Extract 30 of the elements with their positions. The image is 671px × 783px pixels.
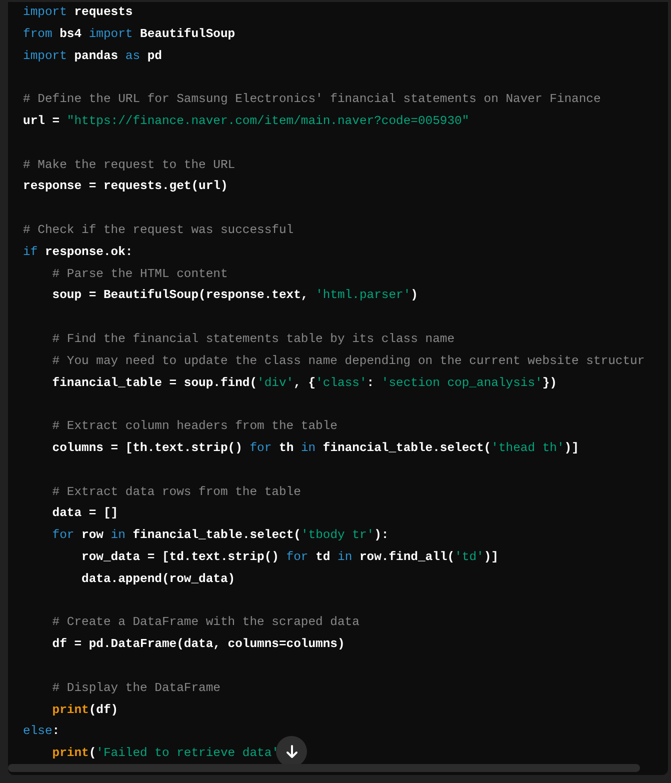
code-line: print('Failed to retrieve data': [51, 745, 279, 762]
code-line: # Define the URL for Samsung Electronics' financial statements on Naver Finance: [23, 91, 601, 108]
code-line: from bs4 import BeautifulSoup: [23, 26, 236, 43]
scroll-down-button[interactable]: [276, 736, 307, 767]
code-line: # Create a DataFrame with the scraped data: [51, 614, 360, 632]
code-line: soup = BeautifulSoup(response.text, 'html.parser'): [51, 287, 418, 304]
code-line: else:: [23, 723, 60, 740]
code-line: print(df): [51, 702, 118, 718]
code-line: for row in financial_table.select('tbody tr'):: [51, 527, 389, 544]
code-line: df = pd.DataFrame(data, columns=columns): [51, 636, 345, 654]
arrow-down-icon: [284, 744, 298, 758]
scrollbar-thumb[interactable]: [8, 764, 640, 772]
code-line: import pandas as pd: [23, 48, 162, 65]
code-line: # Check if the request was successful: [23, 222, 294, 239]
code-line: if response.ok:: [23, 244, 133, 261]
code-line: # Find the financial statements table by its class name: [51, 330, 455, 348]
code-line: # Make the request to the URL: [23, 156, 236, 174]
code-line: data.append(row_data): [80, 570, 236, 588]
code-line: data = []: [51, 505, 118, 522]
code-line: # Extract data rows from the table: [51, 484, 301, 501]
code-line: url = "https://finance.naver.com/item/main.naver?code=005930": [23, 112, 470, 130]
code-line: financial_table = soup.find('div', {'class': 'section cop_analysis'}): [51, 374, 557, 392]
code-line: # Parse the HTML content: [51, 266, 228, 283]
code-line: # You may need to update the class name depending on the current website structur: [51, 352, 645, 370]
code-line: row_data = [td.text.strip() for td in row.find_all('td')]: [80, 548, 498, 566]
code-line: import requests: [23, 4, 133, 21]
code-line: # Extract column headers from the table: [51, 418, 338, 436]
code-line: # Display the DataFrame: [51, 680, 220, 697]
code-line: columns = [th.text.strip() for th in financial_table.select('thead th')]: [51, 440, 579, 457]
code-line: response = requests.get(url): [23, 178, 228, 196]
